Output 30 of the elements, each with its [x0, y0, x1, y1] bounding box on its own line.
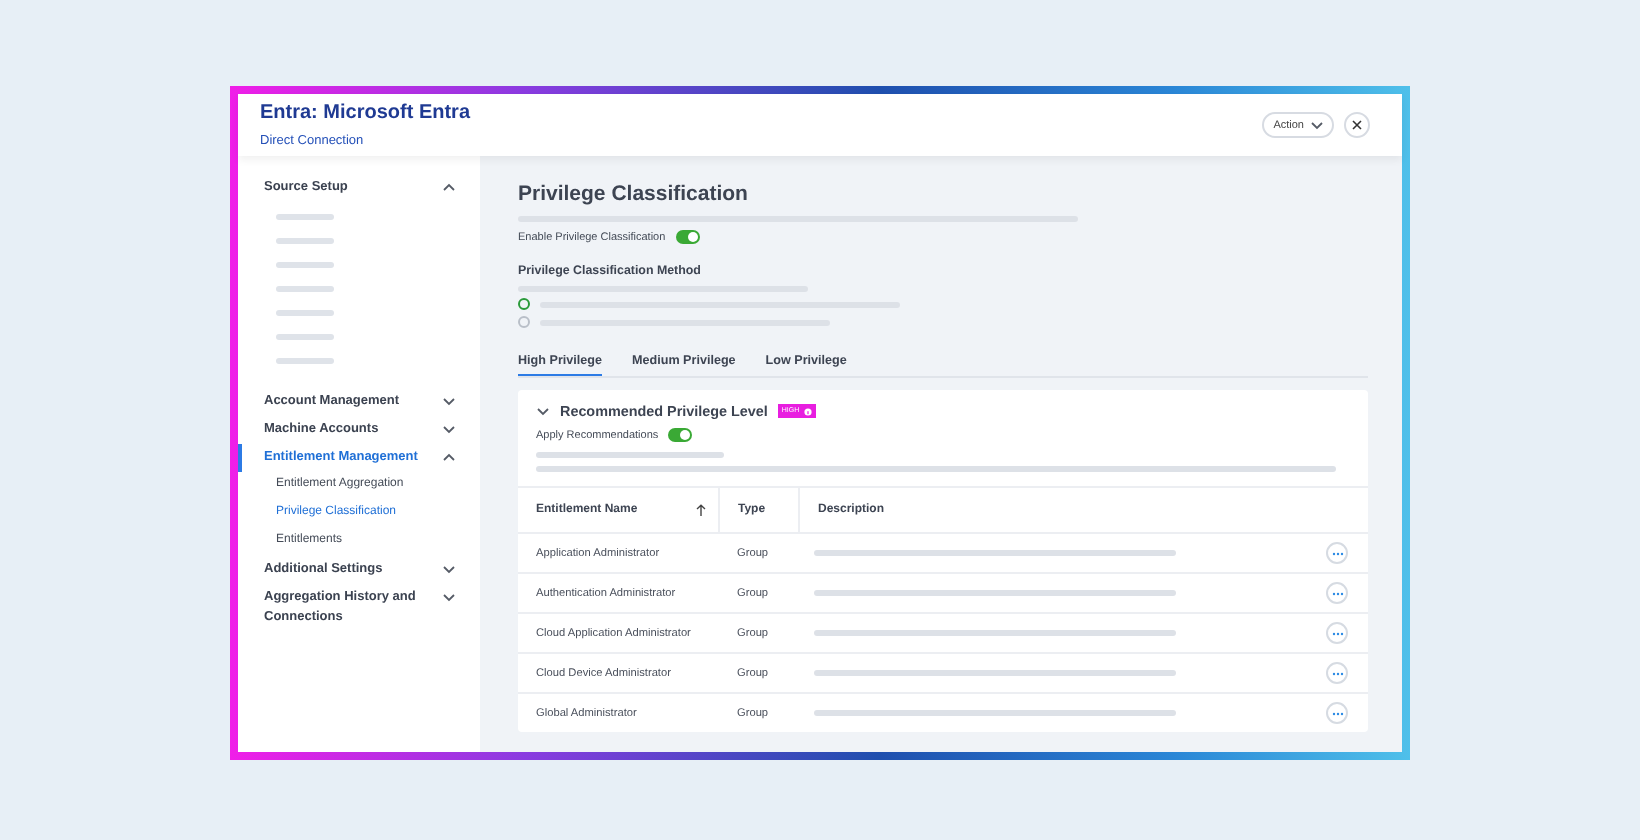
chevron-icon[interactable]: [442, 564, 456, 574]
sort-arrow-icon[interactable]: [696, 504, 706, 516]
placeholder-line: [276, 238, 334, 243]
page-title: Privilege Classification: [518, 182, 750, 206]
placeholder-line: [276, 334, 334, 339]
toggle-switch[interactable]: [668, 428, 693, 442]
caret-icon[interactable]: [1310, 120, 1324, 130]
close-icon: [1352, 120, 1362, 130]
placeholder-line: [276, 262, 334, 267]
radio-button[interactable]: [518, 316, 530, 328]
close-button[interactable]: [1344, 112, 1370, 138]
info-icon: [803, 407, 812, 415]
chevron-icon[interactable]: [442, 396, 456, 406]
chevron-icon[interactable]: [442, 592, 456, 602]
placeholder-line: [276, 358, 334, 363]
chevron-icon[interactable]: [442, 452, 456, 462]
placeholder-line: [276, 310, 334, 315]
more-button[interactable]: [1326, 702, 1348, 724]
more-button[interactable]: [1326, 542, 1348, 564]
window-title: Entra: Microsoft Entra: [260, 102, 473, 124]
toggle-switch[interactable]: [675, 230, 700, 244]
more-button[interactable]: [1326, 662, 1348, 684]
placeholder-line: [276, 286, 334, 291]
chevron-icon[interactable]: [442, 182, 456, 192]
collapse-icon[interactable]: [536, 406, 550, 416]
chevron-icon[interactable]: [442, 424, 456, 434]
more-button[interactable]: [1326, 582, 1348, 604]
placeholder-line: [276, 214, 334, 219]
radio-button[interactable]: [518, 298, 530, 310]
more-button[interactable]: [1326, 622, 1348, 644]
